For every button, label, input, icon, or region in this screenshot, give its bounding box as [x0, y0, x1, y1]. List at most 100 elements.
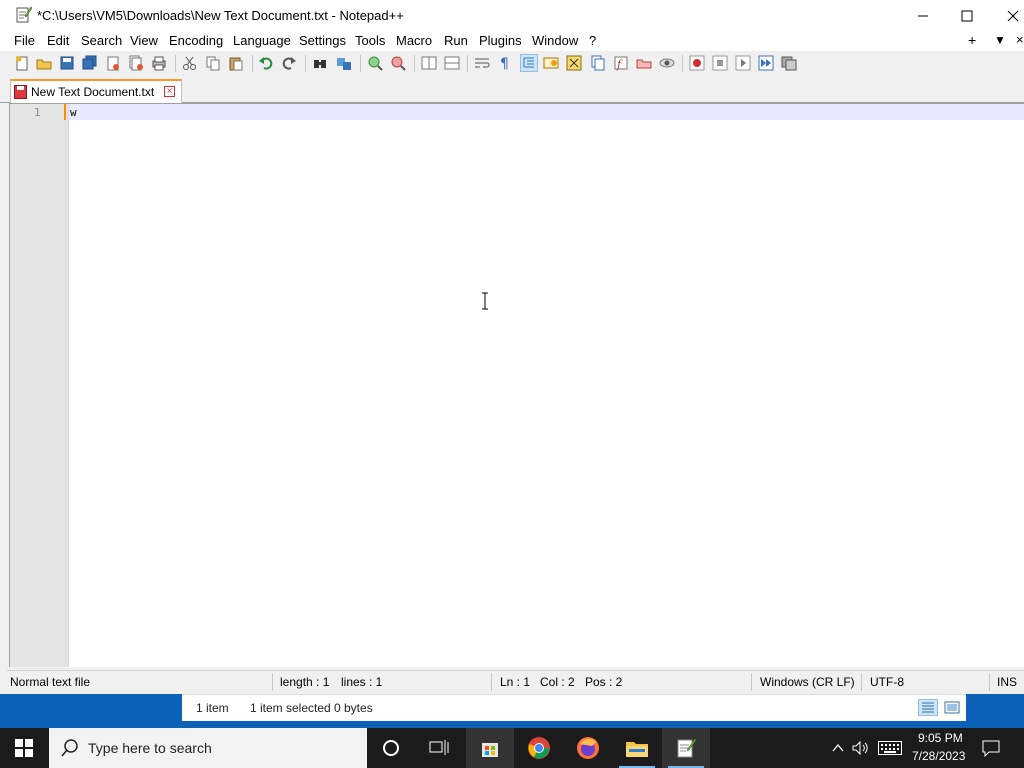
tab-label: New Text Document.txt — [31, 85, 155, 99]
toolbar-separator — [360, 55, 361, 72]
minimize-button[interactable] — [900, 0, 946, 31]
menu-language[interactable]: Language — [233, 33, 291, 48]
status-separator — [861, 673, 862, 691]
run-macro-multiple-icon[interactable] — [758, 55, 774, 71]
status-pos: Pos : 2 — [585, 675, 623, 689]
doc-list-icon[interactable] — [590, 55, 606, 71]
notepadpp-app-button[interactable] — [662, 728, 710, 768]
current-line-highlight — [69, 104, 1024, 120]
indent-guide-icon[interactable] — [520, 54, 538, 72]
paste-icon[interactable] — [228, 55, 244, 71]
status-eol: Windows (CR LF) — [760, 675, 855, 689]
menu-help[interactable]: ? — [589, 33, 596, 48]
menu-search[interactable]: Search — [81, 33, 122, 48]
clock-date[interactable]: 7/28/2023 — [912, 749, 965, 763]
status-separator — [272, 673, 273, 691]
find-icon[interactable] — [312, 55, 328, 71]
details-view-icon[interactable] — [918, 699, 938, 716]
taskbar-search-box[interactable]: Type here to search — [49, 728, 367, 768]
menu-view[interactable]: View — [130, 33, 158, 48]
menu-window[interactable]: Window — [532, 33, 578, 48]
tab-list-button[interactable]: ▼ — [994, 33, 1006, 47]
play-macro-icon[interactable] — [735, 55, 751, 71]
cortana-button[interactable] — [367, 728, 415, 768]
close-file-icon[interactable] — [105, 55, 121, 71]
toolbar-separator — [252, 55, 253, 72]
replace-icon[interactable] — [336, 55, 352, 71]
menu-bar: File Edit Search View Encoding Language … — [0, 31, 1024, 51]
firefox-app-button[interactable] — [564, 728, 612, 768]
menu-plugins[interactable]: Plugins — [479, 33, 522, 48]
menu-run[interactable]: Run — [444, 33, 468, 48]
menu-file[interactable]: File — [14, 33, 35, 48]
tab-new-text-document[interactable]: New Text Document.txt × — [10, 79, 182, 103]
chevron-up-icon[interactable] — [830, 740, 846, 759]
print-icon[interactable] — [151, 55, 167, 71]
notification-icon[interactable] — [982, 739, 1000, 760]
menu-settings[interactable]: Settings — [299, 33, 346, 48]
status-bar: Normal text file length : 1 lines : 1 Ln… — [7, 670, 1024, 693]
explorer-selected-size: 0 bytes — [334, 701, 373, 715]
menu-encoding[interactable]: Encoding — [169, 33, 223, 48]
menu-tools[interactable]: Tools — [355, 33, 385, 48]
chrome-app-button[interactable] — [515, 728, 563, 768]
status-encoding: UTF-8 — [870, 675, 904, 689]
word-wrap-icon[interactable] — [474, 55, 490, 71]
redo-icon[interactable] — [281, 55, 297, 71]
save-icon[interactable] — [59, 55, 75, 71]
undo-icon[interactable] — [258, 55, 274, 71]
tab-bar: New Text Document.txt × — [0, 76, 1024, 103]
large-icons-view-icon[interactable] — [942, 699, 962, 716]
menu-edit[interactable]: Edit — [47, 33, 69, 48]
tab-close-icon[interactable]: × — [164, 86, 175, 97]
status-file-type: Normal text file — [10, 675, 91, 689]
editor-line-text: w — [70, 106, 77, 119]
menu-macro[interactable]: Macro — [396, 33, 432, 48]
doc-map-icon[interactable] — [566, 55, 582, 71]
close-document-button[interactable]: × — [1016, 32, 1024, 47]
folder-workspace-icon[interactable] — [636, 55, 652, 71]
explorer-status-bar: 1 item 1 item selected 0 bytes — [182, 694, 966, 721]
system-tray: 9:05 PM 7/28/2023 — [830, 728, 1024, 768]
close-all-icon[interactable] — [128, 55, 144, 71]
volume-icon[interactable] — [852, 740, 870, 759]
zoom-out-icon[interactable] — [390, 55, 406, 71]
zoom-in-icon[interactable] — [367, 55, 383, 71]
sync-vertical-icon[interactable] — [421, 55, 437, 71]
svg-text:¶: ¶ — [500, 56, 509, 71]
keyboard-icon[interactable] — [878, 741, 902, 758]
show-all-characters-icon[interactable]: ¶ — [497, 55, 513, 72]
toolbar-separator — [467, 55, 468, 72]
record-macro-icon[interactable] — [689, 55, 705, 71]
search-icon — [61, 739, 79, 757]
cut-icon[interactable] — [182, 55, 198, 71]
sync-horizontal-icon[interactable] — [444, 55, 460, 71]
clock-time[interactable]: 9:05 PM — [918, 731, 963, 745]
close-button[interactable] — [990, 0, 1024, 31]
task-view-button[interactable] — [415, 728, 463, 768]
copy-icon[interactable] — [205, 55, 221, 71]
file-explorer-app-button[interactable] — [613, 728, 661, 768]
stop-macro-icon[interactable] — [712, 55, 728, 71]
title-bar: *C:\Users\VM5\Downloads\New Text Documen… — [0, 0, 1024, 31]
maximize-button[interactable] — [944, 0, 990, 31]
window-title: *C:\Users\VM5\Downloads\New Text Documen… — [37, 8, 404, 23]
open-file-icon[interactable] — [36, 55, 52, 71]
status-separator — [491, 673, 492, 691]
store-app-button[interactable] — [466, 728, 514, 768]
toolbar-separator — [682, 55, 683, 72]
line-number-gutter: 1 — [10, 104, 69, 667]
toolbar-separator — [414, 55, 415, 72]
change-marker — [64, 104, 66, 120]
udl-icon[interactable] — [543, 55, 559, 71]
text-editor[interactable]: 1 w — [9, 103, 1024, 667]
new-file-icon[interactable] — [14, 55, 30, 71]
start-button[interactable] — [0, 728, 48, 768]
taskbar: Type here to search 9:05 PM 7/28/2023 — [0, 728, 1024, 768]
save-macro-icon[interactable] — [781, 55, 797, 71]
function-list-icon[interactable]: f — [613, 55, 629, 71]
monitoring-icon[interactable] — [659, 55, 675, 71]
toolbar: ¶ f — [0, 51, 1024, 76]
new-tab-button[interactable]: + — [968, 32, 976, 48]
save-all-icon[interactable] — [82, 55, 98, 71]
